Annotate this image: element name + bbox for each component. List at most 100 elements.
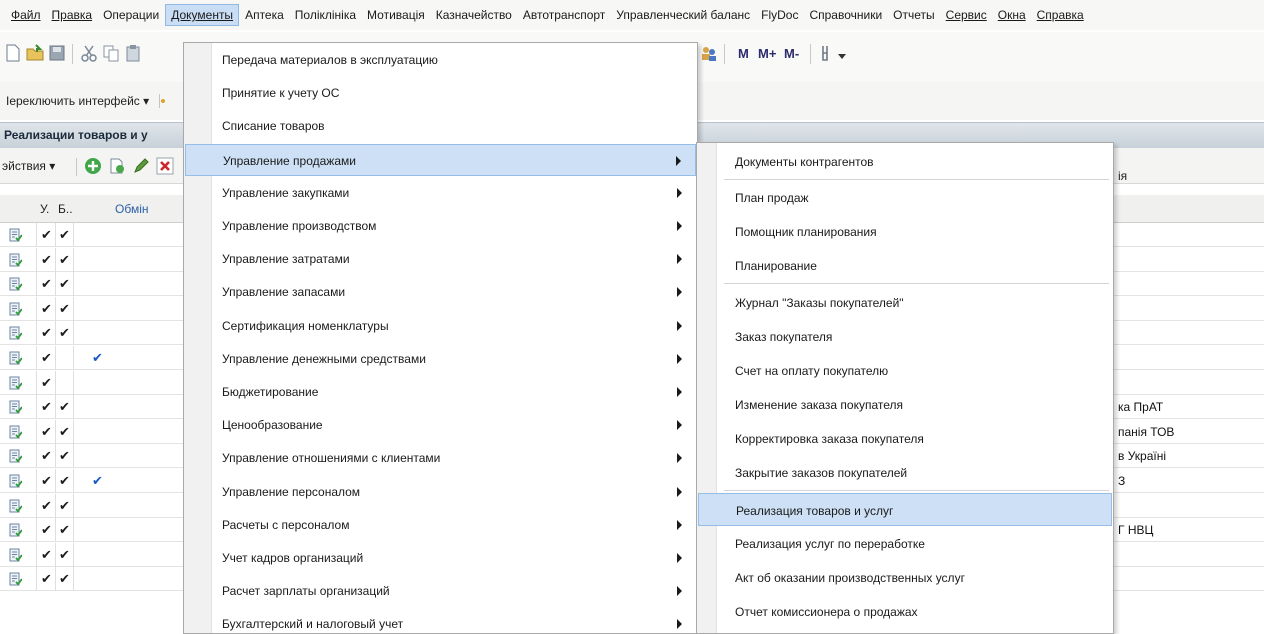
cell-divider bbox=[36, 247, 37, 272]
chevron-down-icon[interactable] bbox=[838, 54, 846, 60]
menu-autotransport[interactable]: Автотранспорт bbox=[518, 5, 610, 25]
documents-menu-item[interactable]: Управление денежными средствами bbox=[185, 343, 696, 375]
sales-menu-item[interactable]: Изменение заказа покупателя bbox=[698, 388, 1112, 421]
toolbar-separator bbox=[72, 44, 73, 64]
column-header-u[interactable]: У. bbox=[40, 202, 49, 216]
column-header-b[interactable]: Б.. bbox=[58, 202, 73, 216]
cell-b: ✔ bbox=[59, 473, 70, 488]
submenu-arrow-icon bbox=[677, 453, 682, 464]
documents-menu-item[interactable]: Управление закупками bbox=[185, 177, 696, 209]
documents-menu-item[interactable]: Бюджетирование bbox=[185, 376, 696, 408]
save-icon[interactable] bbox=[48, 44, 66, 62]
sales-menu-item[interactable]: Акт об оказании производственных услуг bbox=[698, 561, 1112, 594]
submenu-arrow-icon bbox=[677, 519, 682, 530]
actions-menu-button[interactable]: эйствия ▾ bbox=[2, 159, 55, 173]
cell-divider bbox=[55, 395, 56, 420]
sales-menu-item[interactable]: Заказ покупателя bbox=[698, 320, 1112, 353]
users-icon[interactable] bbox=[700, 44, 718, 62]
menu-catalogs[interactable]: Справочники bbox=[804, 5, 887, 25]
posted-document-icon bbox=[9, 400, 22, 414]
sales-menu-item[interactable]: Закрытие заказов покупателей bbox=[698, 456, 1112, 489]
cell-divider bbox=[55, 518, 56, 543]
posted-document-icon bbox=[9, 548, 22, 562]
sales-menu-item[interactable]: Документы контрагентов bbox=[698, 145, 1112, 178]
menu-edit[interactable]: Правка bbox=[47, 5, 98, 25]
edit-pencil-icon[interactable] bbox=[132, 157, 150, 175]
add-icon[interactable] bbox=[84, 157, 102, 175]
menu-treasury[interactable]: Казначейство bbox=[431, 5, 517, 25]
sales-menu-item[interactable]: Счет на оплату покупателю bbox=[698, 354, 1112, 387]
documents-menu-item[interactable]: Управление затратами bbox=[185, 243, 696, 275]
documents-menu-item[interactable]: Ценообразование bbox=[185, 409, 696, 441]
column-header-partial[interactable]: ія bbox=[1118, 169, 1127, 183]
copy-document-icon[interactable] bbox=[108, 157, 126, 175]
menu-item-label: Расчет зарплаты организаций bbox=[222, 584, 390, 599]
menu-motivation[interactable]: Мотивація bbox=[362, 5, 430, 25]
sales-menu-item[interactable]: План продаж bbox=[698, 181, 1112, 214]
menu-pharmacy[interactable]: Аптека bbox=[240, 5, 289, 25]
submenu-arrow-icon bbox=[677, 320, 682, 331]
menu-item-label: Управление продажами bbox=[223, 153, 356, 168]
sales-menu-item[interactable]: Реализация услуг по переработке bbox=[698, 527, 1112, 560]
copy-icon[interactable] bbox=[102, 44, 120, 62]
cell-u: ✔ bbox=[41, 276, 52, 292]
menu-polyclinic[interactable]: Поліклініка bbox=[290, 5, 361, 25]
menu-item-label: Помощник планирования bbox=[735, 225, 877, 239]
menu-service[interactable]: Сервис bbox=[941, 5, 992, 25]
cell-divider bbox=[36, 296, 37, 321]
documents-menu-item[interactable]: Управление отношениями с клиентами bbox=[185, 442, 696, 474]
delete-icon[interactable] bbox=[156, 157, 174, 175]
paste-icon[interactable] bbox=[124, 44, 142, 62]
sales-menu-item[interactable]: Планирование bbox=[698, 249, 1112, 282]
actions-separator bbox=[76, 158, 77, 176]
documents-menu-item[interactable]: Управление запасами bbox=[185, 276, 696, 308]
documents-menu-item[interactable]: Управление персоналом bbox=[185, 476, 696, 508]
documents-menu-item[interactable]: Управление производством bbox=[185, 210, 696, 242]
cell-divider bbox=[36, 444, 37, 469]
submenu-arrow-icon bbox=[677, 287, 682, 298]
menu-help[interactable]: Справка bbox=[1032, 5, 1089, 25]
memory-minus-button[interactable]: M- bbox=[784, 46, 799, 61]
posted-document-icon bbox=[9, 425, 22, 439]
switch-interface-button[interactable]: Іереключить интерфейс ▾ bbox=[6, 94, 149, 108]
documents-menu-item[interactable]: Передача материалов в эксплуатацию bbox=[185, 44, 696, 76]
open-folder-icon[interactable] bbox=[26, 44, 44, 62]
sales-menu-item[interactable]: Отчет комиссионера о продажах bbox=[698, 595, 1112, 628]
documents-menu-item[interactable]: Расчеты с персоналом bbox=[185, 509, 696, 541]
sales-menu-item[interactable]: Журнал "Заказы покупателей" bbox=[698, 286, 1112, 319]
memory-plus-button[interactable]: M+ bbox=[758, 46, 776, 61]
documents-menu-item[interactable]: Управление продажами bbox=[185, 143, 696, 176]
documents-menu-item[interactable]: Списание товаров bbox=[185, 110, 696, 142]
documents-menu-item[interactable]: Бухгалтерский и налоговый учет bbox=[185, 608, 696, 634]
cell-b: ✔ bbox=[59, 522, 70, 538]
menu-item-label: Корректировка заказа покупателя bbox=[735, 432, 924, 446]
cell-divider bbox=[36, 272, 37, 297]
documents-menu-item[interactable]: Расчет зарплаты организаций bbox=[185, 575, 696, 607]
tools-icon[interactable] bbox=[818, 44, 836, 62]
column-header-exchange[interactable]: Обмін bbox=[115, 202, 149, 216]
cut-icon[interactable] bbox=[80, 44, 98, 62]
menu-reports[interactable]: Отчеты bbox=[888, 5, 939, 25]
posted-document-icon bbox=[9, 277, 22, 291]
sales-menu-item[interactable]: Корректировка заказа покупателя bbox=[698, 422, 1112, 455]
cell-divider bbox=[36, 419, 37, 444]
cell-divider bbox=[73, 493, 74, 518]
menu-operations[interactable]: Операции bbox=[98, 5, 164, 25]
documents-menu-item[interactable]: Сертификация номенклатуры bbox=[185, 310, 696, 342]
menu-flydoc[interactable]: FlyDoc bbox=[756, 5, 803, 25]
menu-windows[interactable]: Окна bbox=[993, 5, 1031, 25]
documents-menu-item[interactable]: Принятие к учету ОС bbox=[185, 77, 696, 109]
menu-file[interactable]: Файл bbox=[6, 5, 46, 25]
memory-button[interactable]: M bbox=[738, 46, 749, 61]
new-document-icon[interactable] bbox=[4, 44, 22, 62]
panel-title: Реализации товаров и у bbox=[4, 128, 148, 142]
menu-management-balance[interactable]: Управленческий баланс bbox=[611, 5, 755, 25]
posted-document-icon bbox=[9, 376, 22, 390]
cell-divider bbox=[36, 395, 37, 420]
menu-documents[interactable]: Документы bbox=[165, 4, 240, 26]
sales-menu-item[interactable]: Помощник планирования bbox=[698, 215, 1112, 248]
cell-divider bbox=[55, 346, 56, 370]
documents-menu-item[interactable]: Учет кадров организаций bbox=[185, 542, 696, 574]
sales-menu-item[interactable]: Реализация товаров и услуг bbox=[698, 493, 1112, 526]
cell-divider bbox=[55, 469, 56, 493]
